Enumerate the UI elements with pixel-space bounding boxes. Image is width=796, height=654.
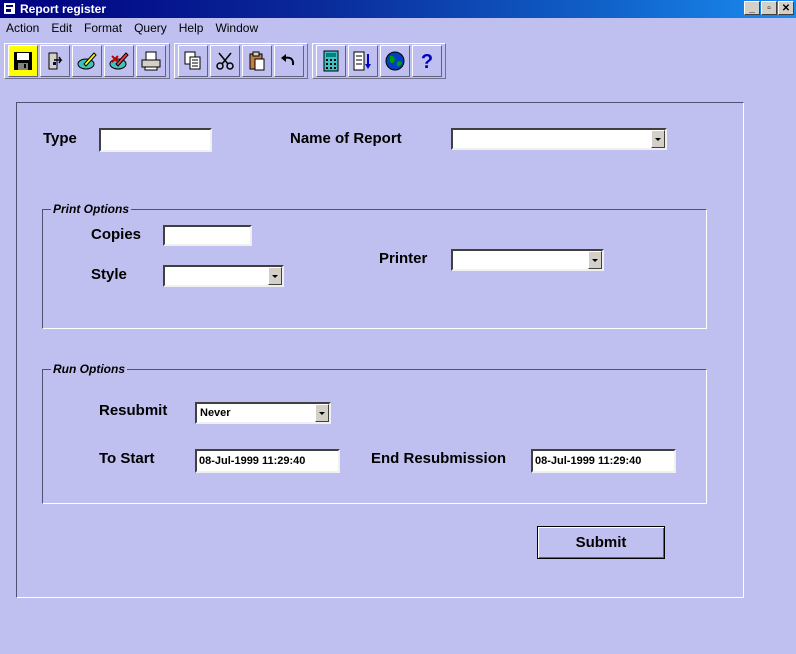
help-icon: ? [421, 51, 433, 72]
delete-record-icon [109, 52, 129, 70]
end-resubmission-field[interactable]: 08-Jul-1999 11:29:40 [531, 449, 676, 473]
exit-icon [48, 52, 63, 70]
submit-button[interactable]: Submit [537, 526, 665, 559]
save-icon [14, 52, 32, 70]
globe-icon [385, 51, 405, 71]
run-options-group: Run Options Resubmit Never To Start 08-J… [42, 362, 707, 504]
cut-icon [216, 52, 234, 70]
restore-button[interactable]: ▫ [761, 1, 777, 15]
menu-action[interactable]: Action [0, 19, 45, 37]
paste-icon [249, 51, 265, 71]
toolbar-group-file [4, 43, 170, 79]
to-start-label: To Start [99, 450, 155, 467]
run-options-legend: Run Options [51, 362, 127, 376]
calculator-button[interactable] [316, 45, 346, 77]
copies-label: Copies [91, 226, 142, 243]
end-resubmission-label: End Resubmission [371, 450, 507, 467]
resubmit-select[interactable]: Never [195, 402, 331, 424]
menu-edit[interactable]: Edit [45, 19, 78, 37]
minimize-button[interactable]: _ [744, 1, 760, 15]
print-options-legend: Print Options [51, 202, 131, 216]
chevron-down-icon[interactable] [268, 267, 282, 285]
type-label: Type [43, 130, 77, 147]
toolbar-group-tools: ? [312, 43, 446, 79]
delete-record-button[interactable] [104, 45, 134, 77]
cut-button[interactable] [210, 45, 240, 77]
chevron-down-icon[interactable] [315, 404, 329, 422]
resubmit-value: Never [200, 407, 231, 419]
toolbar-group-edit [174, 43, 308, 79]
printer-select[interactable] [451, 249, 604, 271]
type-field[interactable] [99, 128, 212, 152]
globe-button[interactable] [380, 45, 410, 77]
menu-help[interactable]: Help [173, 19, 210, 37]
copies-field[interactable] [163, 225, 252, 246]
printer-label: Printer [379, 250, 428, 267]
print-button[interactable] [136, 45, 166, 77]
to-start-field[interactable]: 08-Jul-1999 11:29:40 [195, 449, 340, 473]
toolbar: ? [4, 43, 450, 79]
svg-text:?: ? [421, 51, 433, 72]
list-sort-button[interactable] [348, 45, 378, 77]
paste-button[interactable] [242, 45, 272, 77]
menu-window[interactable]: Window [209, 19, 264, 37]
copy-icon [184, 51, 201, 70]
edit-record-button[interactable] [72, 45, 102, 77]
window-title: Report register [20, 2, 107, 16]
calculator-icon [323, 50, 339, 72]
report-name-label: Name of Report [290, 130, 402, 147]
print-options-group: Print Options Copies Style Printer [42, 202, 707, 329]
edit-record-icon [77, 52, 97, 70]
undo-button[interactable] [274, 45, 304, 77]
chevron-down-icon[interactable] [651, 130, 665, 148]
undo-icon [281, 54, 295, 66]
menu-format[interactable]: Format [78, 19, 128, 37]
title-bar: Report register _ ▫ ✕ [0, 0, 796, 18]
resubmit-label: Resubmit [99, 402, 168, 419]
style-select[interactable] [163, 265, 284, 287]
menu-query[interactable]: Query [128, 19, 173, 37]
report-name-select[interactable] [451, 128, 667, 150]
style-label: Style [91, 266, 127, 283]
exit-button[interactable] [40, 45, 70, 77]
app-icon [4, 3, 15, 14]
copy-button[interactable] [178, 45, 208, 77]
save-button[interactable] [8, 45, 38, 77]
report-form-panel: Type Name of Report Print Options Copies… [16, 102, 744, 598]
close-button[interactable]: ✕ [778, 1, 794, 15]
help-button[interactable]: ? [412, 45, 442, 77]
list-sort-icon [353, 51, 371, 71]
print-icon [141, 51, 161, 71]
menu-bar: Action Edit Format Query Help Window [0, 19, 264, 37]
chevron-down-icon[interactable] [588, 251, 602, 269]
